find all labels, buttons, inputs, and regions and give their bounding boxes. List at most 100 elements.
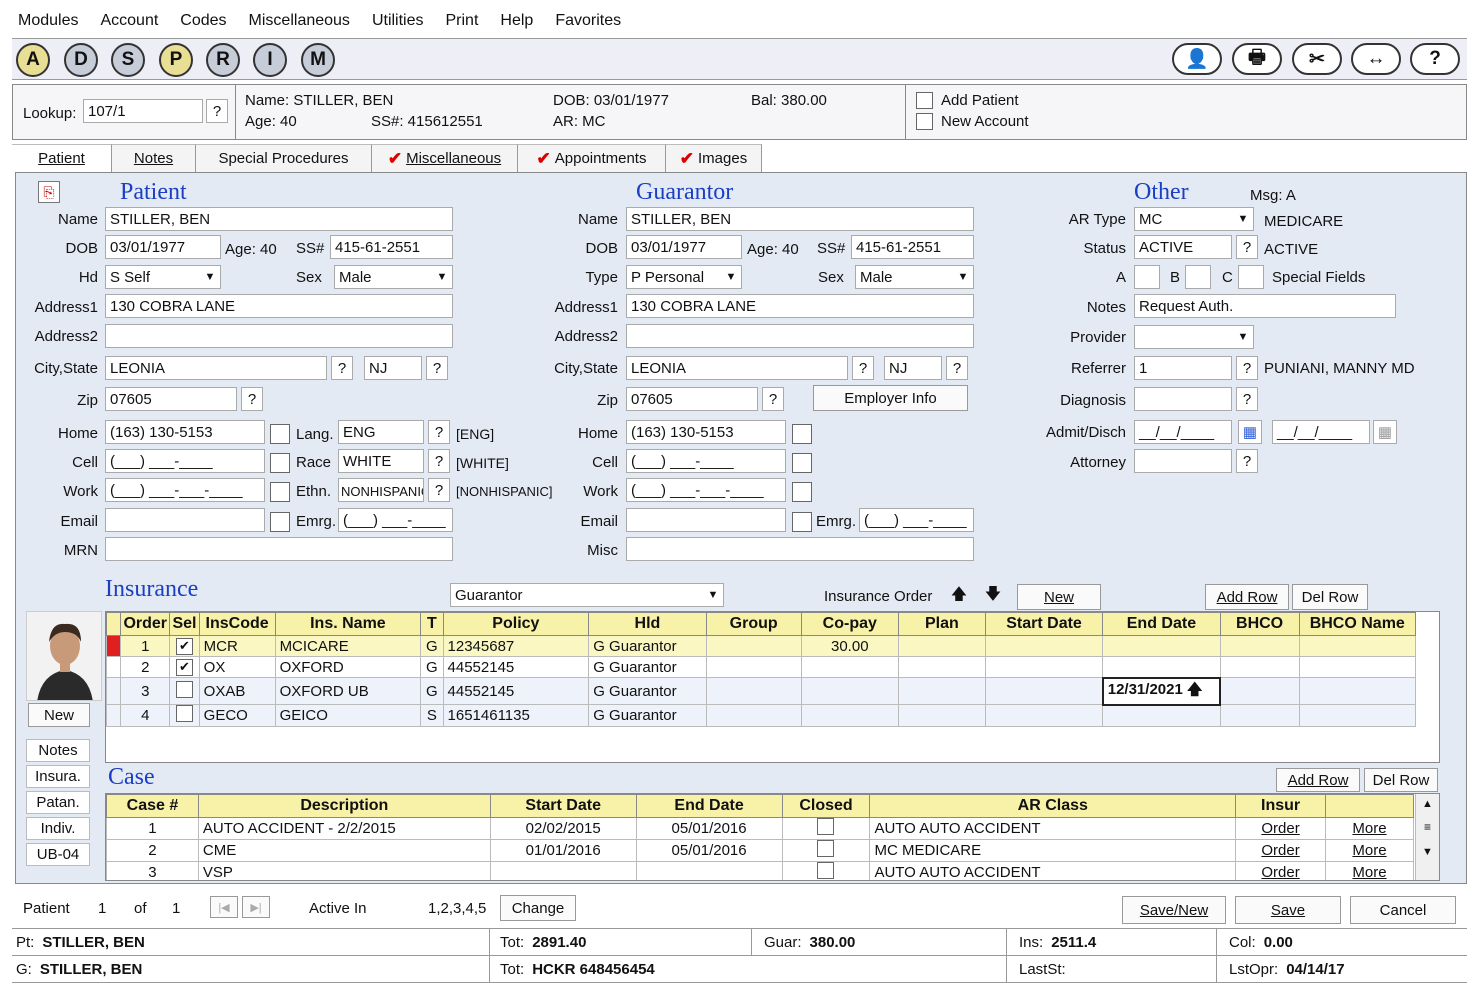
col-description[interactable]: Description [197,794,491,818]
ins-sel-checkbox[interactable] [169,704,200,727]
tab-special-procedures[interactable]: Special Procedures [196,144,372,172]
ins-bhco-name-cell[interactable] [1298,635,1417,657]
side-patan-button[interactable]: Patan. [26,791,90,814]
table-row[interactable]: 2 CME 01/01/2016 05/01/2016 MC MEDICARE … [106,839,1414,862]
disch-date-input[interactable]: __/__/____ [1272,420,1370,444]
side-notes-button[interactable]: Notes [26,739,90,762]
table-row[interactable]: 3 OXAB OXFORD UB G 44552145 G Guarantor … [105,676,1417,706]
printer-icon[interactable]: 🖶 [1232,43,1282,75]
ins-copay-cell[interactable] [800,704,899,727]
tab-miscellaneous[interactable]: ✔ Miscellaneous [372,144,518,172]
ins-policy-cell[interactable]: 44552145 [442,656,590,678]
case-start-cell[interactable]: 02/02/2015 [489,817,637,840]
ins-bhco-name-cell[interactable] [1298,677,1417,705]
guarantor-email-input[interactable] [626,508,786,532]
ins-order-cell[interactable]: 1 [120,635,171,657]
side-ub04-button[interactable]: UB-04 [26,843,90,866]
chevron-down-icon[interactable]: ▼ [1416,846,1439,858]
ins-type-cell[interactable]: G [420,635,444,657]
patient-work-input[interactable]: (___) ___-___-____ [105,478,265,502]
case-scrollbar[interactable]: ▲ ≡ ▼ [1415,794,1439,880]
ins-end-date-editor[interactable]: 12/31/2021 🡅 [1101,676,1222,706]
employer-info-button[interactable]: Employer Info [813,385,968,411]
col-ins-name[interactable]: Ins. Name [274,612,422,636]
lookup-input[interactable]: 107/1 [83,99,203,123]
col-hld[interactable]: Hld [588,612,707,636]
case-num-cell[interactable]: 3 [106,861,199,880]
insurance-del-row-button[interactable]: Del Row [1292,584,1368,610]
case-end-cell[interactable] [635,861,783,880]
arrow-up-icon[interactable]: 🡅 [944,583,974,609]
side-insurance-button[interactable]: Insura. [26,765,90,788]
guarantor-work-input[interactable]: (___) ___-___-____ [626,478,786,502]
ins-bhco-cell[interactable] [1219,656,1300,678]
case-more-link[interactable]: More [1325,817,1414,840]
case-order-link[interactable]: Order [1235,839,1327,862]
cancel-button[interactable]: Cancel [1350,896,1456,924]
ins-end-cell[interactable] [1102,656,1221,678]
ins-plan-cell[interactable] [897,656,986,678]
ins-group-cell[interactable] [705,635,802,657]
ins-bhco-name-cell[interactable] [1298,704,1417,727]
patient-ethn-lookup-button[interactable]: ? [428,478,450,502]
change-button[interactable]: Change [500,895,576,921]
copy-record-icon[interactable]: ⎘ [38,181,60,203]
save-button[interactable]: Save [1235,896,1341,924]
photo-new-button[interactable]: New [28,703,90,727]
col-sel[interactable]: Sel [169,612,200,636]
insurance-add-row-button[interactable]: Add Row [1205,584,1289,610]
module-p-button[interactable]: P [159,43,193,77]
menu-miscellaneous[interactable]: Miscellaneous [249,12,350,30]
case-del-row-button[interactable]: Del Row [1364,768,1438,792]
patient-home-checkbox[interactable] [270,424,290,444]
col-case-start[interactable]: Start Date [489,794,637,818]
patient-city-lookup-button[interactable]: ? [331,356,353,380]
ins-copay-cell[interactable] [800,656,899,678]
col-copay[interactable]: Co-pay [800,612,899,636]
patient-lang-input[interactable]: ENG [338,420,424,444]
patient-ethn-input[interactable]: NONHISPANIC [338,478,424,502]
ar-type-select[interactable]: MC ▼ [1134,207,1254,231]
patient-ssn-input[interactable]: 415-61-2551 [330,235,453,259]
referrer-lookup-button[interactable]: ? [1236,356,1258,380]
table-row[interactable]: 4 GECO GEICO S 1651461135 G Guarantor [105,704,1417,727]
field-a-input[interactable] [1134,265,1160,289]
ins-name-cell[interactable]: OXFORD UB [274,677,422,705]
row-selector[interactable] [105,635,122,657]
ins-copay-cell[interactable] [800,677,899,705]
patient-address1-input[interactable]: 130 COBRA LANE [105,294,453,318]
guarantor-work-checkbox[interactable] [792,482,812,502]
arrow-up-icon[interactable]: 🡅 [1187,681,1202,698]
new-account-checkbox[interactable] [916,113,933,130]
status-lookup-button[interactable]: ? [1236,235,1258,259]
case-arclass-cell[interactable]: AUTO AUTO ACCIDENT [869,861,1237,880]
scroll-thumb[interactable]: ≡ [1416,820,1439,834]
patient-email-input[interactable] [105,508,265,532]
insurance-filter-select[interactable]: Guarantor ▼ [450,583,724,607]
status-input[interactable]: ACTIVE [1134,235,1232,259]
case-order-link[interactable]: Order [1235,861,1327,880]
guarantor-email-checkbox[interactable] [792,512,812,532]
case-more-link[interactable]: More [1325,839,1414,862]
col-case-end[interactable]: End Date [635,794,783,818]
ins-plan-cell[interactable] [897,704,986,727]
col-insur[interactable]: Insur [1235,794,1327,818]
swap-arrows-icon[interactable]: ↔ [1351,43,1401,75]
patient-dob-input[interactable]: 03/01/1977 [105,235,221,259]
guarantor-dob-input[interactable]: 03/01/1977 [626,235,742,259]
case-add-row-button[interactable]: Add Row [1276,768,1360,792]
save-new-button[interactable]: Save/New [1122,896,1226,924]
ins-hld-cell[interactable]: G Guarantor [588,677,707,705]
case-closed-checkbox[interactable] [781,861,871,880]
guarantor-home-input[interactable]: (163) 130-5153 [626,420,786,444]
lookup-search-button[interactable]: ? [206,99,228,123]
module-m-button[interactable]: M [301,43,335,77]
ins-type-cell[interactable]: G [420,677,444,705]
guarantor-zip-lookup-button[interactable]: ? [762,387,784,411]
add-patient-checkbox[interactable] [916,92,933,109]
guarantor-home-checkbox[interactable] [792,424,812,444]
patient-zip-lookup-button[interactable]: ? [241,387,263,411]
case-num-cell[interactable]: 1 [106,817,199,840]
case-start-cell[interactable] [489,861,637,880]
ins-policy-cell[interactable]: 44552145 [442,677,590,705]
